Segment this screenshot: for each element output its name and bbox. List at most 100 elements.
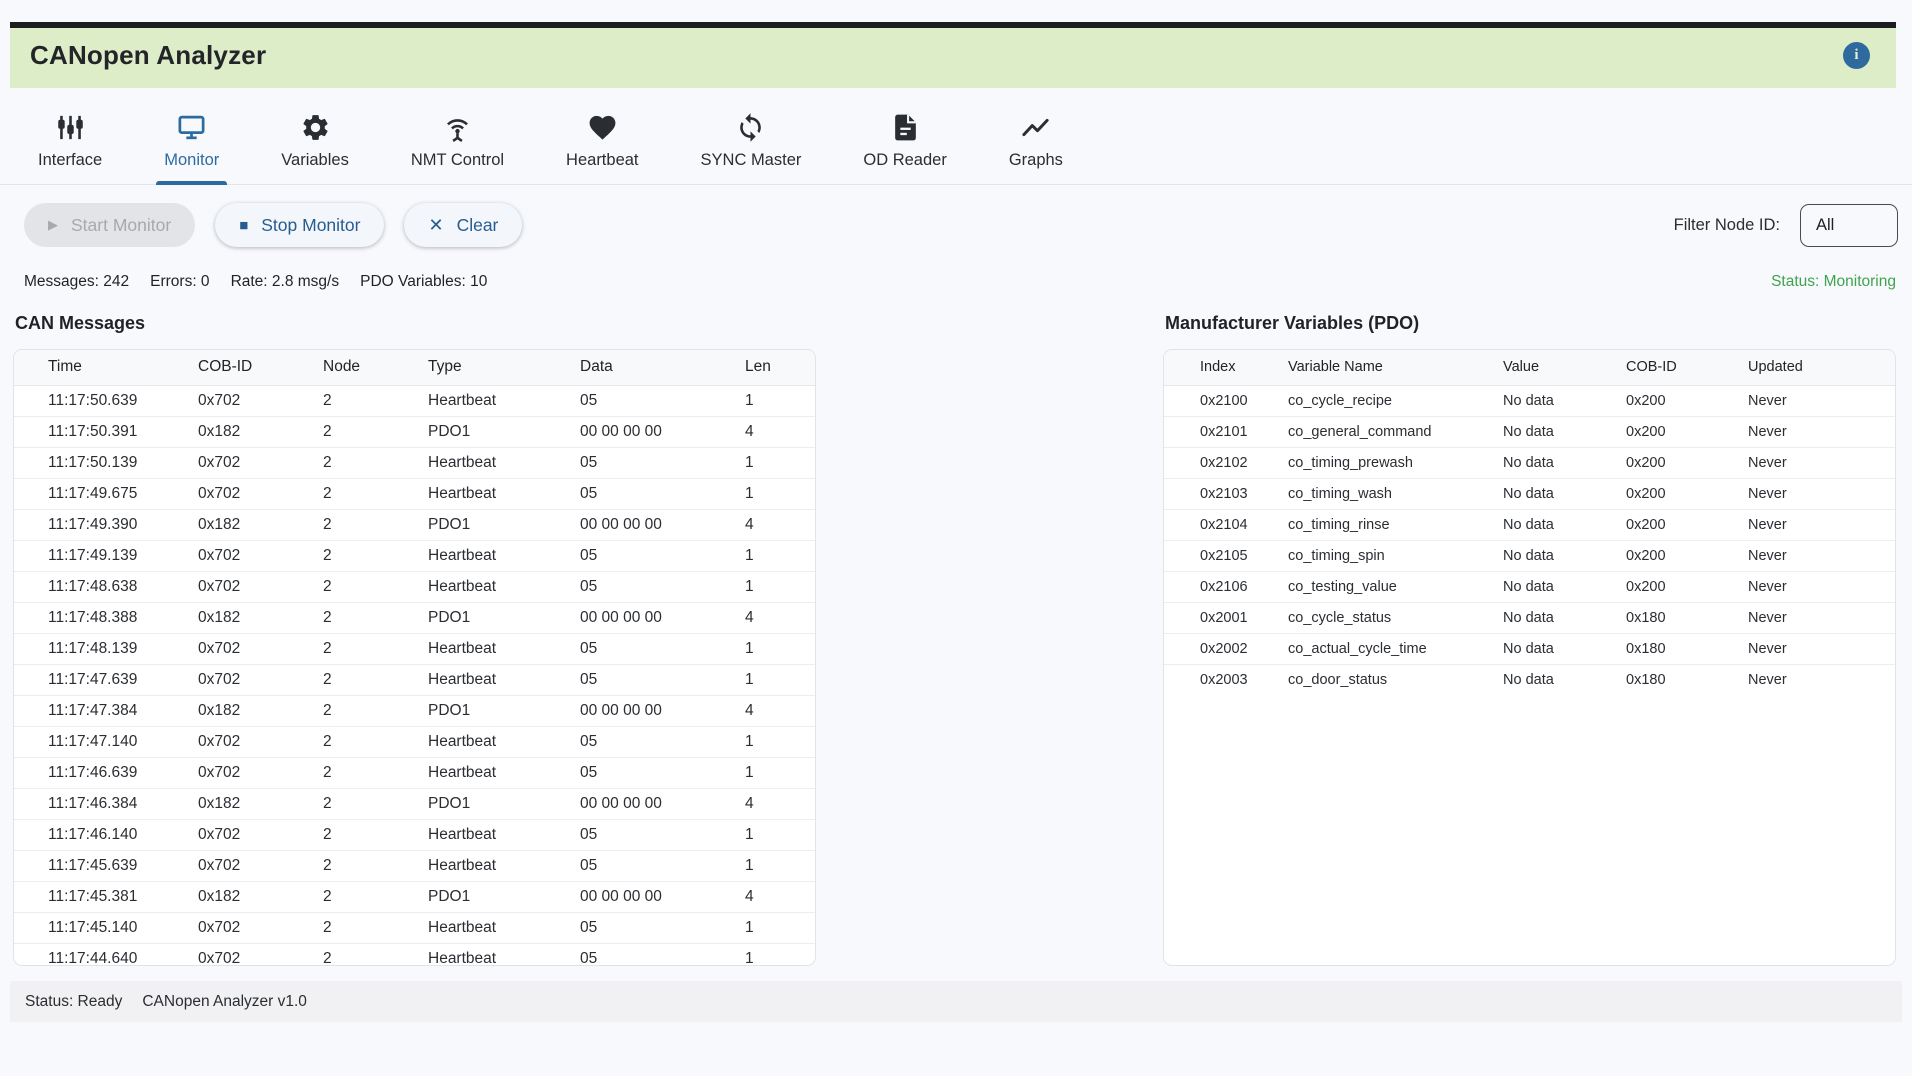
cell: Heartbeat <box>416 726 568 757</box>
cell: 0x702 <box>186 912 311 943</box>
cell: 11:17:45.140 <box>14 912 186 943</box>
cell: 0x2001 <box>1164 602 1276 633</box>
tab-label: OD Reader <box>863 151 946 170</box>
table-row: 11:17:45.1400x7022Heartbeat051 <box>14 912 815 943</box>
cell: Never <box>1736 509 1895 540</box>
tab-interface[interactable]: Interface <box>30 110 110 184</box>
table-row: 0x2104co_timing_rinseNo data0x200Never <box>1164 509 1895 540</box>
tab-sync-master[interactable]: SYNC Master <box>693 110 810 184</box>
messages-count: Messages: 242 <box>24 273 129 291</box>
table-row: 11:17:45.6390x7022Heartbeat051 <box>14 850 815 881</box>
tab-label: NMT Control <box>411 151 504 170</box>
cell: 0x182 <box>186 416 311 447</box>
cell: 0x182 <box>186 509 311 540</box>
cell: 2 <box>311 757 416 788</box>
tab-graphs[interactable]: Graphs <box>1001 110 1071 184</box>
cell: Heartbeat <box>416 540 568 571</box>
tab-nmt-control[interactable]: NMT Control <box>403 110 512 184</box>
tab-variables[interactable]: Variables <box>273 110 357 184</box>
cell: 2 <box>311 478 416 509</box>
table-row: 11:17:50.1390x7022Heartbeat051 <box>14 447 815 478</box>
footer-version: CANopen Analyzer v1.0 <box>142 993 307 1011</box>
cell: 2 <box>311 850 416 881</box>
cell: PDO1 <box>416 509 568 540</box>
cell: 0x2100 <box>1164 385 1276 416</box>
cell: 0x2102 <box>1164 447 1276 478</box>
cell: 11:17:44.640 <box>14 943 186 966</box>
cell: 4 <box>733 602 815 633</box>
cell: 00 00 00 00 <box>568 602 733 633</box>
footer-status: Status: Ready <box>25 993 122 1011</box>
cell: No data <box>1491 571 1614 602</box>
cell: Heartbeat <box>416 633 568 664</box>
cell: 1 <box>733 385 815 416</box>
cell: 11:17:45.639 <box>14 850 186 881</box>
cell: 0x2003 <box>1164 664 1276 695</box>
gear-icon <box>300 112 331 143</box>
cell: 0x182 <box>186 881 311 912</box>
cell: 0x182 <box>186 602 311 633</box>
cell: 0x702 <box>186 385 311 416</box>
info-icon[interactable]: i <box>1843 42 1870 69</box>
table-row: 0x2100co_cycle_recipeNo data0x200Never <box>1164 385 1895 416</box>
tab-label: Variables <box>281 151 349 170</box>
column-header: COB-ID <box>186 350 311 385</box>
cell: 0x702 <box>186 943 311 966</box>
cell: 0x702 <box>186 633 311 664</box>
cell: 0x200 <box>1614 478 1736 509</box>
info-glyph: i <box>1854 47 1858 64</box>
cell: co_testing_value <box>1276 571 1491 602</box>
cell: Heartbeat <box>416 819 568 850</box>
filter-node-id-select[interactable]: All <box>1800 204 1898 247</box>
cell: 00 00 00 00 <box>568 881 733 912</box>
column-header: Len <box>733 350 815 385</box>
tab-heartbeat[interactable]: Heartbeat <box>558 110 646 184</box>
cell: 1 <box>733 633 815 664</box>
cell: 0x200 <box>1614 385 1736 416</box>
table-row: 11:17:49.3900x1822PDO100 00 00 004 <box>14 509 815 540</box>
cell: 0x2105 <box>1164 540 1276 571</box>
cell: 11:17:46.140 <box>14 819 186 850</box>
cell: 0x2104 <box>1164 509 1276 540</box>
cell: 05 <box>568 726 733 757</box>
cell: No data <box>1491 633 1614 664</box>
cell: 11:17:49.675 <box>14 478 186 509</box>
cell: 05 <box>568 385 733 416</box>
close-icon: ✕ <box>428 215 443 236</box>
stop-monitor-button[interactable]: ■ Stop Monitor <box>215 203 384 247</box>
cell: 2 <box>311 664 416 695</box>
app-header: CANopen Analyzer i <box>10 22 1896 88</box>
start-monitor-button[interactable]: ▶ Start Monitor <box>24 203 195 247</box>
monitoring-status: Status: Monitoring <box>1771 273 1896 291</box>
cell: 05 <box>568 850 733 881</box>
cell: 0x2103 <box>1164 478 1276 509</box>
clear-button[interactable]: ✕ Clear <box>404 203 522 247</box>
line-chart-icon <box>1020 112 1051 143</box>
cell: 11:17:46.384 <box>14 788 186 819</box>
cell: 05 <box>568 478 733 509</box>
cell: 0x200 <box>1614 416 1736 447</box>
table-row: 11:17:48.1390x7022Heartbeat051 <box>14 633 815 664</box>
table-row: 0x2106co_testing_valueNo data0x200Never <box>1164 571 1895 602</box>
cell: 11:17:45.381 <box>14 881 186 912</box>
cell: co_general_command <box>1276 416 1491 447</box>
column-header: Index <box>1164 350 1276 385</box>
cell: 2 <box>311 447 416 478</box>
start-monitor-label: Start Monitor <box>71 215 171 236</box>
tab-monitor[interactable]: Monitor <box>156 110 227 184</box>
table-row: 11:17:47.1400x7022Heartbeat051 <box>14 726 815 757</box>
cell: 05 <box>568 664 733 695</box>
cell: 0x702 <box>186 571 311 602</box>
cell: 00 00 00 00 <box>568 509 733 540</box>
cell: Never <box>1736 602 1895 633</box>
filter-node-id-value: All <box>1816 216 1834 235</box>
cell: co_timing_prewash <box>1276 447 1491 478</box>
cell: 1 <box>733 943 815 966</box>
cell: Never <box>1736 540 1895 571</box>
cell: Heartbeat <box>416 478 568 509</box>
tab-label: Graphs <box>1009 151 1063 170</box>
cell: co_cycle_status <box>1276 602 1491 633</box>
table-row: 0x2002co_actual_cycle_timeNo data0x180Ne… <box>1164 633 1895 664</box>
errors-count: Errors: 0 <box>150 273 209 291</box>
tab-od-reader[interactable]: OD Reader <box>855 110 954 184</box>
